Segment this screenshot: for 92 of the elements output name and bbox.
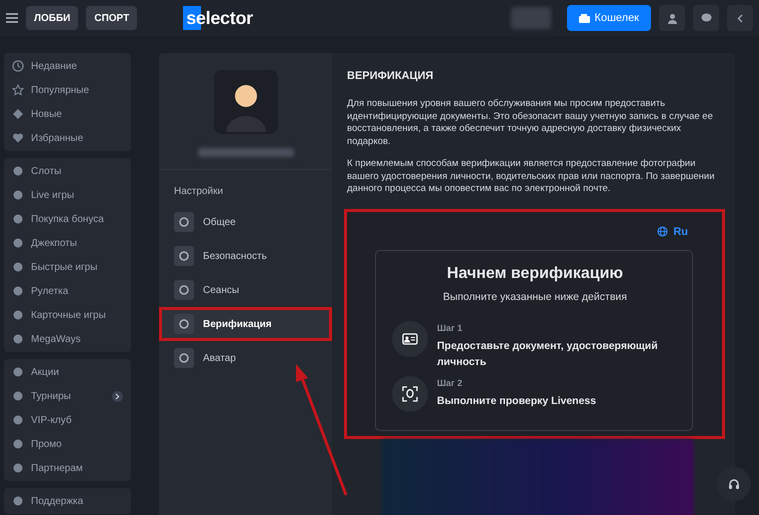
menu-icon[interactable]	[6, 13, 18, 23]
menu-dot-icon	[12, 438, 24, 450]
sidebar-label: Live игры	[31, 190, 74, 200]
sidebar-label: Партнерам	[31, 462, 83, 474]
wallet-button[interactable]: Кошелек	[566, 5, 651, 31]
sidebar-label: Новые	[31, 108, 62, 120]
sidebar-item[interactable]: Live игры	[8, 183, 127, 207]
chevron-left-icon	[737, 14, 743, 22]
settings-menu-item[interactable]: Верификация	[159, 307, 332, 341]
sidebar-item[interactable]: Покупка бонуса	[8, 207, 127, 231]
settings-menu-item[interactable]: Общее	[159, 205, 332, 239]
chevron-icon[interactable]	[112, 390, 123, 402]
language-link[interactable]: Ru	[375, 218, 693, 246]
sidebar-item[interactable]: Промо	[8, 432, 127, 456]
menu-dot-icon	[12, 366, 24, 378]
menu-dot-icon	[12, 189, 24, 201]
step-number: Шаг 2	[437, 378, 464, 388]
menu-dot-icon	[12, 261, 24, 273]
face-scan-icon	[402, 386, 418, 402]
menu-dot-icon	[12, 333, 24, 345]
sidebar-label: Акции	[31, 366, 59, 378]
menu-dot-icon	[12, 237, 24, 249]
globe-icon	[657, 226, 668, 237]
card-subtitle: Выполните указанные ниже действия	[442, 290, 628, 302]
sidebar-label: MegaWays	[31, 334, 81, 344]
sidebar-label: Популярные	[31, 84, 90, 96]
menu-item-icon	[174, 246, 194, 266]
wallet-icon	[578, 14, 590, 22]
sidebar-label: VIP-клуб	[31, 414, 72, 426]
info-paragraph: Для повышения уровня вашего обслуживания мы просим предоставить идентифицирующие документы. Это обезопасит вашу учетную запись в случае ее восстановления, а также обеспечит точную адресную доставку физических подарков.	[347, 98, 714, 148]
sidebar-label: Слоты	[31, 166, 62, 176]
nav-tab[interactable]: СПОРТ	[86, 6, 138, 30]
user-icon	[666, 12, 678, 24]
menu-dot-icon	[12, 414, 24, 426]
menu-dot-icon	[12, 165, 24, 177]
sidebar-label: Карточные игры	[31, 310, 106, 320]
sidebar-item[interactable]: Джекпоты	[8, 231, 127, 255]
profile-button[interactable]	[659, 5, 685, 31]
menu-item-icon	[174, 280, 194, 300]
id-card-icon	[402, 332, 418, 344]
sidebar-label: Рулетка	[31, 286, 68, 296]
sidebar-item[interactable]: Недавние	[8, 54, 127, 78]
menu-dot-icon	[12, 495, 24, 507]
settings-menu-item[interactable]: Безопасность	[159, 239, 332, 273]
diamond-icon	[12, 108, 24, 120]
step-text: Выполните проверку Liveness	[437, 394, 596, 408]
sidebar-label: Джекпоты	[31, 238, 77, 248]
menu-item-icon	[174, 212, 194, 232]
step-text: Предоставьте документ, удостоверяющий личность	[437, 338, 659, 370]
nav-tab[interactable]: ЛОББИ	[26, 6, 78, 30]
sidebar-label: Поддержка	[31, 496, 84, 506]
menu-item-icon	[174, 348, 194, 368]
settings-menu-item[interactable]: Сеансы	[159, 273, 332, 307]
menu-item-icon	[174, 314, 194, 334]
sidebar-item[interactable]: Партнерам	[8, 456, 127, 480]
sidebar-item[interactable]: Избранные	[8, 126, 127, 150]
card-title: Начнем верификацию	[446, 264, 624, 282]
sidebar-item[interactable]: Популярные	[8, 78, 127, 102]
sidebar-item[interactable]: VIP-клуб	[8, 408, 127, 432]
sidebar-label: Промо	[31, 438, 62, 450]
blurred-balance	[510, 7, 551, 29]
clock-icon	[12, 60, 24, 72]
chat-button[interactable]	[693, 5, 719, 31]
star-icon	[12, 84, 24, 96]
step-number: Шаг 1	[437, 322, 464, 332]
settings-heading: Настройки	[173, 185, 224, 199]
sidebar-item[interactable]: Поддержка	[8, 489, 127, 513]
info-paragraph: К приемлемым способам верификации является предоставление фотографии вашего удостоверения личности, водительских прав или паспорта. По завершении данного процесса мы оповестим вас по электронной почте.	[347, 158, 716, 196]
sidebar-label: Избранные	[31, 132, 84, 144]
sidebar-item[interactable]: Рулетка	[8, 279, 127, 303]
menu-dot-icon	[12, 390, 24, 402]
sidebar-label: Быстрые игры	[31, 262, 98, 272]
menu-dot-icon	[12, 213, 24, 225]
collapse-button[interactable]	[727, 5, 753, 31]
sidebar-item[interactable]: Слоты	[8, 159, 127, 183]
sidebar-item[interactable]: Акции	[8, 360, 127, 384]
heart-icon	[12, 132, 24, 144]
menu-dot-icon	[12, 309, 24, 321]
sidebar-item[interactable]: MegaWays	[8, 327, 127, 351]
sidebar-label: Турниры	[31, 390, 71, 402]
support-button[interactable]	[717, 467, 751, 501]
sidebar-item[interactable]: Быстрые игры	[8, 255, 127, 279]
chat-bubble-icon	[700, 13, 712, 23]
sidebar-item[interactable]: Турниры	[8, 384, 127, 408]
sidebar-item[interactable]: Новые	[8, 102, 127, 126]
section-title: ВЕРИФИКАЦИЯ	[347, 70, 434, 82]
menu-dot-icon	[12, 285, 24, 297]
sidebar-label: Покупка бонуса	[31, 214, 104, 224]
headset-icon	[728, 478, 740, 490]
sidebar-label: Недавние	[31, 60, 77, 72]
menu-dot-icon	[12, 462, 24, 474]
sidebar-item[interactable]: Карточные игры	[8, 303, 127, 327]
